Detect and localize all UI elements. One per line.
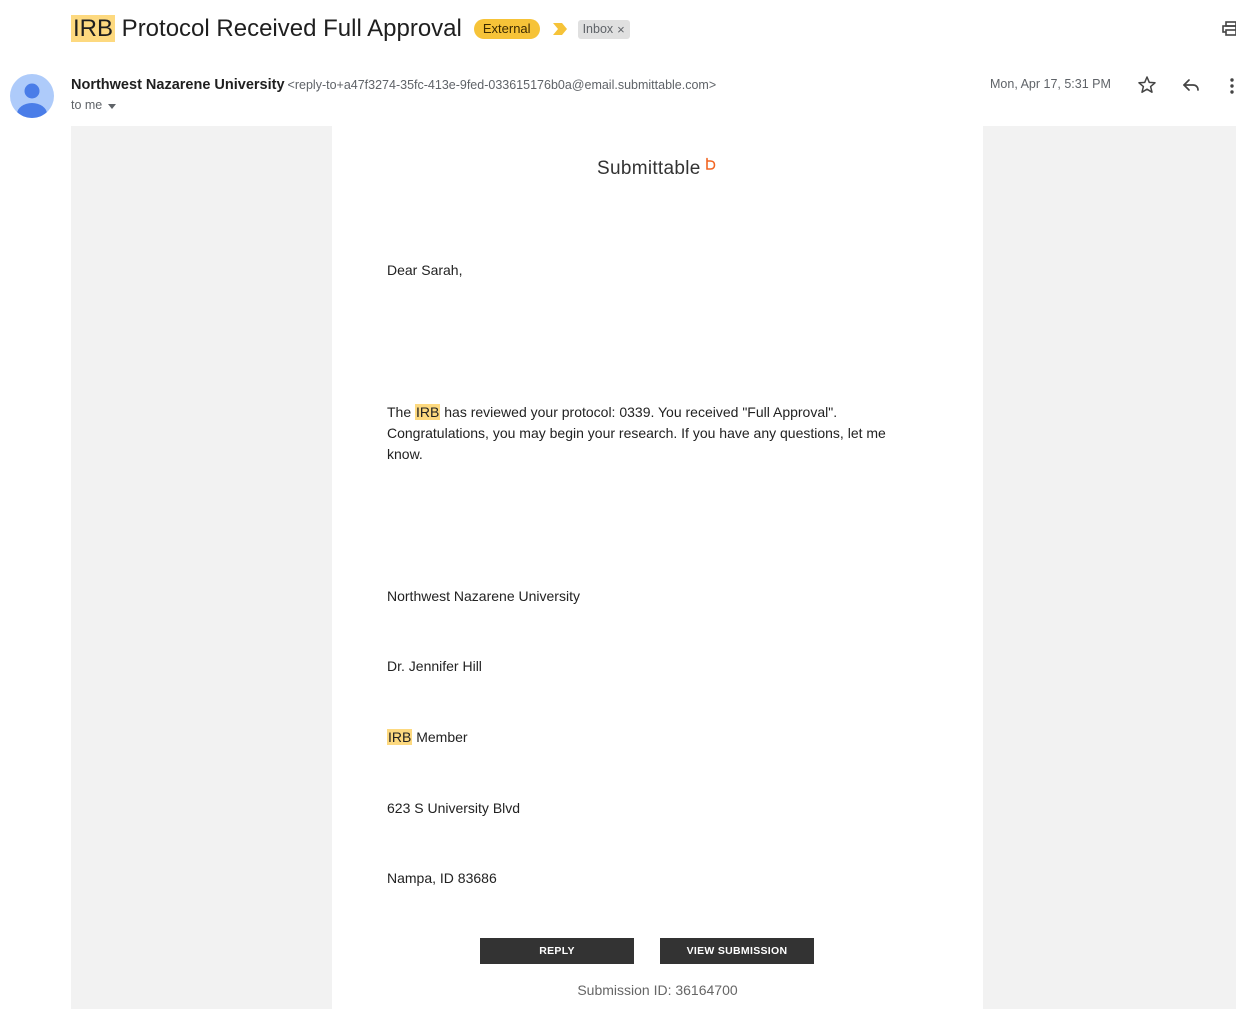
- role-text: Member: [412, 729, 468, 745]
- submittable-logo: Submittable: [597, 157, 716, 180]
- remove-label-icon[interactable]: ×: [617, 22, 625, 37]
- message-line-3: know.: [387, 446, 423, 462]
- view-submission-button[interactable]: VIEW SUBMISSION: [660, 938, 814, 964]
- sender-avatar[interactable]: [10, 74, 54, 118]
- greeting: Dear Sarah,: [387, 262, 463, 278]
- email-subject: IRB Protocol Received Full Approval: [71, 14, 462, 44]
- logo-text: Submittable: [597, 158, 701, 179]
- external-label: External: [473, 19, 540, 39]
- subject-text: Protocol Received Full Approval: [115, 15, 462, 42]
- recipient-text: to me: [71, 98, 103, 112]
- inbox-label-text: Inbox: [582, 21, 614, 36]
- signature-city: Nampa, ID 83686: [387, 870, 497, 886]
- signature-street: 623 S University Blvd: [387, 800, 521, 816]
- email-date: Mon, Apr 17, 5:31 PM: [990, 77, 1111, 91]
- submittable-logo-mark: [705, 157, 715, 170]
- submission-id: Submission ID: 36164700: [577, 982, 738, 998]
- more-vertical-icon[interactable]: [1228, 76, 1236, 96]
- message-line-1: has reviewed your protocol: 0339. You re…: [440, 404, 838, 420]
- email-margin-left: [71, 126, 332, 1009]
- subject-row: IRB Protocol Received Full Approval Exte…: [71, 12, 630, 46]
- message-prefix: The: [387, 404, 416, 420]
- subject-highlight: IRB: [71, 15, 116, 42]
- sender-line: Northwest Nazarene University <reply-to+a…: [71, 76, 716, 94]
- signature-org: Northwest Nazarene University: [387, 588, 580, 604]
- important-marker-icon[interactable]: [552, 22, 568, 36]
- chevron-down-icon[interactable]: [108, 103, 117, 109]
- inbox-label: Inbox ×: [577, 19, 630, 39]
- recipient-details-toggle[interactable]: to me: [71, 98, 117, 112]
- signature-name: Dr. Jennifer Hill: [387, 658, 482, 674]
- message-highlight: IRB: [415, 404, 441, 420]
- star-icon[interactable]: [1137, 75, 1157, 95]
- sender-email: <reply-to+a47f3274-35fc-413e-9fed-033615…: [287, 78, 717, 92]
- email-message: The IRB has reviewed your protocol: 0339…: [387, 402, 907, 465]
- message-line-2: Congratulations, you may begin your rese…: [387, 425, 886, 441]
- reply-button[interactable]: REPLY: [480, 938, 634, 964]
- print-icon[interactable]: [1222, 18, 1236, 38]
- person-avatar-icon: [17, 83, 47, 118]
- signature-role: IRB Member: [387, 727, 468, 748]
- role-highlight: IRB: [387, 729, 413, 745]
- email-margin-right: [983, 126, 1236, 1009]
- sender-name[interactable]: Northwest Nazarene University: [71, 77, 285, 93]
- reply-icon[interactable]: [1181, 75, 1201, 95]
